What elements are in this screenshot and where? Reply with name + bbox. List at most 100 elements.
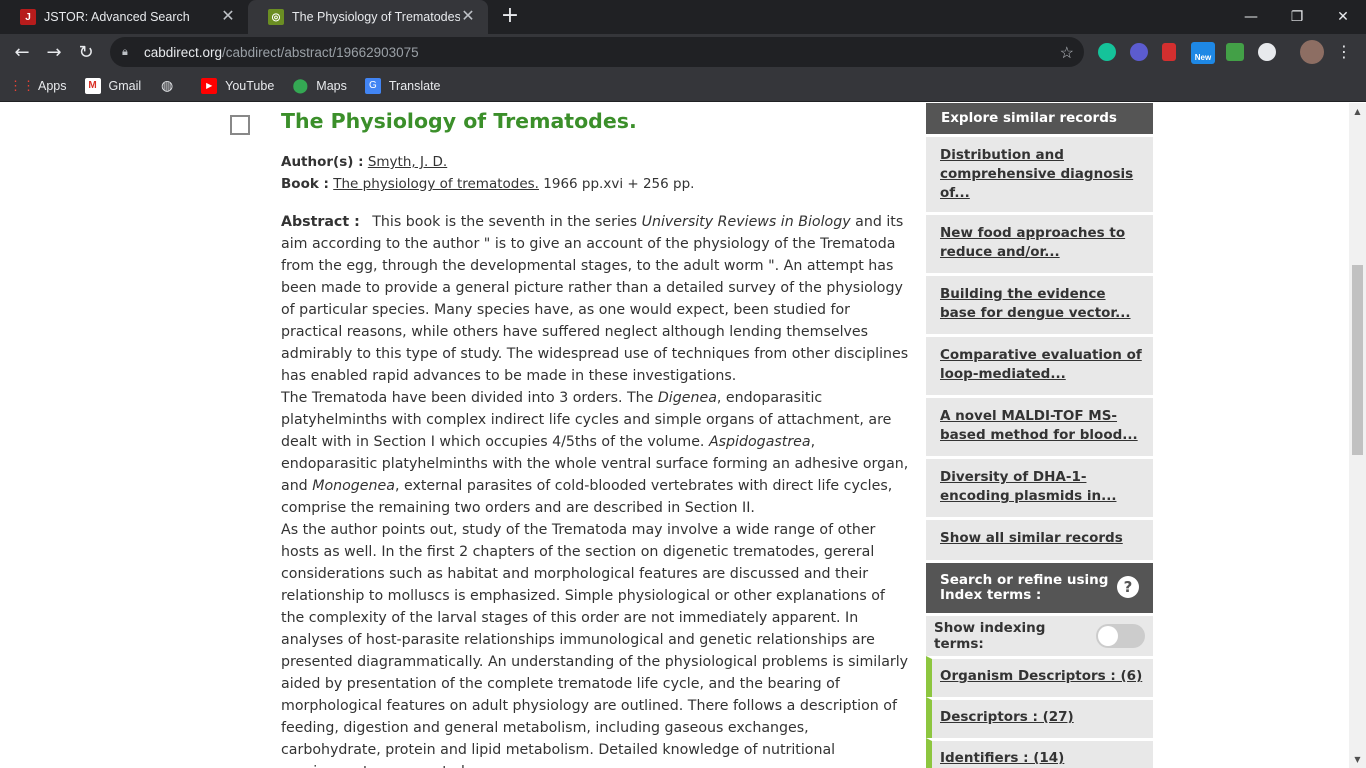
- link-text: Diversity of DHA-1-encoding plasmids in.…: [940, 469, 1117, 504]
- abstract-emphasis: University Reviews in Biology: [641, 214, 851, 230]
- abstract-emphasis: Monogenea: [312, 478, 395, 494]
- bookmark-apps[interactable]: ⋮⋮ Apps: [9, 77, 67, 94]
- abstract-label: Abstract :: [281, 214, 360, 230]
- tab-cabdirect[interactable]: ◎ The Physiology of Trematodes. ✕: [248, 0, 488, 34]
- book-details: 1966 pp.xvi + 256 pp.: [543, 176, 695, 192]
- browser-toolbar: ← → ↻ 🔒︎ cabdirect.org/cabdirect/abstrac…: [0, 34, 1366, 70]
- link-text: Identifiers : (14): [940, 750, 1065, 766]
- bookmark-label: Maps: [316, 78, 347, 93]
- forward-arrow-icon[interactable]: →: [40, 38, 68, 66]
- close-icon[interactable]: ✕: [460, 9, 476, 25]
- avatar[interactable]: [1300, 40, 1324, 64]
- reload-icon[interactable]: ↻: [72, 38, 100, 66]
- help-icon[interactable]: ?: [1117, 576, 1139, 598]
- maps-pin-icon: ⬤: [292, 77, 309, 93]
- vertical-scrollbar[interactable]: ▲ ▼: [1349, 103, 1366, 768]
- show-indexing-toggle[interactable]: [1096, 624, 1145, 648]
- link-text: Distribution and comprehensive diagnosis…: [940, 147, 1134, 201]
- restore-icon[interactable]: ❐: [1274, 0, 1320, 34]
- abstract-paragraph: As the author points out, study of the T…: [281, 522, 909, 768]
- classroom-icon[interactable]: [1226, 43, 1244, 61]
- grammarly-icon[interactable]: [1098, 43, 1116, 61]
- abstract-paragraph: The Trematoda have been divided into 3 o…: [281, 387, 911, 519]
- link-text: Show all similar records: [940, 530, 1123, 546]
- article-title: The Physiology of Trematodes.: [281, 109, 637, 133]
- close-icon[interactable]: ✕: [220, 9, 236, 25]
- menu-dots-icon[interactable]: ⋮: [1336, 42, 1352, 61]
- window-close-icon[interactable]: ✕: [1320, 0, 1366, 34]
- url-path: /cabdirect/abstract/19662903075: [222, 44, 419, 60]
- tab-strip: J JSTOR: Advanced Search ✕ ◎ The Physiol…: [0, 0, 1366, 34]
- new-tab-icon[interactable]: +: [498, 5, 522, 29]
- index-term-link[interactable]: Identifiers : (14): [926, 738, 1153, 768]
- abstract-emphasis: Aspidogastrea: [708, 434, 811, 450]
- refine-heading: Search or refine using Index terms : ?: [926, 560, 1153, 613]
- tab-title: JSTOR: Advanced Search: [44, 10, 190, 24]
- similar-records-heading: Explore similar records: [926, 103, 1153, 134]
- similar-record-link[interactable]: Building the evidence base for dengue ve…: [926, 273, 1153, 334]
- bookmark-star-icon[interactable]: ☆: [1060, 43, 1074, 63]
- abstract-text: The Trematoda have been divided into 3 o…: [281, 390, 658, 406]
- gmail-icon: M: [84, 77, 101, 94]
- bookmark-globe[interactable]: ◍: [159, 77, 183, 94]
- authors-line: Author(s) : Smyth, J. D.: [281, 151, 694, 173]
- authors-label: Author(s) :: [281, 154, 364, 170]
- link-text: Organism Descriptors : (6): [940, 668, 1143, 684]
- book-label: Book :: [281, 176, 329, 192]
- url-host: cabdirect.org: [144, 44, 223, 60]
- link-text: A novel MALDI-TOF MS-based method for bl…: [940, 408, 1138, 443]
- show-indexing-row: Show indexing terms:: [926, 613, 1153, 656]
- new-extension-icon[interactable]: New: [1191, 42, 1215, 64]
- refine-heading-text: Search or refine using Index terms :: [940, 572, 1109, 603]
- back-arrow-icon[interactable]: ←: [8, 38, 36, 66]
- bookmark-gmail[interactable]: M Gmail: [84, 77, 142, 94]
- link-text: Building the evidence base for dengue ve…: [940, 286, 1131, 321]
- show-all-similar-link[interactable]: Show all similar records: [926, 517, 1153, 560]
- lock-icon: 🔒︎: [122, 46, 128, 58]
- tab-jstor[interactable]: J JSTOR: Advanced Search ✕: [0, 0, 248, 34]
- article-meta: Author(s) : Smyth, J. D. Book : The phys…: [281, 151, 694, 195]
- bookmark-translate[interactable]: G Translate: [364, 77, 441, 94]
- jstor-icon: J: [20, 9, 36, 25]
- abstract-text: and its aim according to the author " is…: [281, 214, 909, 384]
- link-text: New food approaches to reduce and/or...: [940, 225, 1126, 260]
- apps-grid-icon: ⋮⋮: [9, 77, 35, 93]
- address-bar[interactable]: 🔒︎ cabdirect.org/cabdirect/abstract/1966…: [110, 37, 1084, 67]
- abstract: Abstract : This book is the seventh in t…: [281, 211, 911, 768]
- minimize-icon[interactable]: —: [1228, 0, 1274, 34]
- similar-record-link[interactable]: Distribution and comprehensive diagnosis…: [926, 134, 1153, 212]
- sidebar: Explore similar records Distribution and…: [926, 103, 1153, 768]
- scroll-up-icon[interactable]: ▲: [1349, 103, 1366, 120]
- similar-record-link[interactable]: A novel MALDI-TOF MS-based method for bl…: [926, 395, 1153, 456]
- page-content: The Physiology of Trematodes. Author(s) …: [0, 103, 1366, 768]
- index-term-link[interactable]: Descriptors : (27): [926, 697, 1153, 738]
- extension-icon[interactable]: [1130, 43, 1148, 61]
- toggle-knob: [1098, 626, 1119, 646]
- scroll-thumb[interactable]: [1352, 265, 1363, 455]
- select-record-checkbox[interactable]: [230, 115, 250, 135]
- link-text: Descriptors : (27): [940, 709, 1074, 725]
- bookmark-label: Gmail: [108, 78, 142, 93]
- bookmark-ext-icon[interactable]: [1162, 43, 1176, 61]
- similar-record-link[interactable]: New food approaches to reduce and/or...: [926, 212, 1153, 273]
- bookmark-label: Apps: [38, 78, 67, 93]
- book-title-link[interactable]: The physiology of trematodes.: [333, 176, 539, 192]
- author-link[interactable]: Smyth, J. D.: [368, 154, 447, 170]
- gauge-icon[interactable]: [1258, 43, 1276, 61]
- translate-icon: G: [364, 77, 381, 94]
- bookmark-maps[interactable]: ⬤ Maps: [292, 77, 347, 94]
- show-indexing-label: Show indexing terms:: [934, 620, 1046, 652]
- similar-record-link[interactable]: Comparative evaluation of loop-mediated.…: [926, 334, 1153, 395]
- abstract-paragraph: Abstract : This book is the seventh in t…: [281, 211, 911, 387]
- similar-record-link[interactable]: Diversity of DHA-1-encoding plasmids in.…: [926, 456, 1153, 517]
- bookmark-label: YouTube: [225, 78, 275, 93]
- bookmarks-bar: ⋮⋮ Apps M Gmail ◍ ▶ YouTube ⬤ Maps G Tra…: [0, 70, 1366, 102]
- bookmark-youtube[interactable]: ▶ YouTube: [201, 77, 275, 94]
- link-text: Comparative evaluation of loop-mediated.…: [940, 347, 1142, 382]
- index-term-link[interactable]: Organism Descriptors : (6): [926, 656, 1153, 697]
- book-line: Book : The physiology of trematodes. 196…: [281, 173, 694, 195]
- youtube-icon: ▶: [201, 77, 218, 94]
- abstract-emphasis: Digenea: [657, 390, 717, 406]
- scroll-down-icon[interactable]: ▼: [1349, 751, 1366, 768]
- bookmark-label: Translate: [388, 78, 441, 93]
